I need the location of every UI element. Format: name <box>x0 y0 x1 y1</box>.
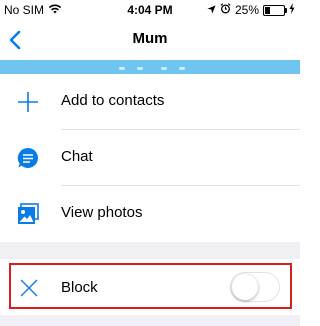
highlight-box <box>9 263 292 309</box>
add-to-contacts-label: Add to contacts <box>61 92 165 109</box>
battery-fill <box>265 6 270 14</box>
strip-dot <box>119 67 125 70</box>
charging-bolt-icon <box>289 3 295 17</box>
view-photos-row[interactable]: View photos <box>0 186 300 242</box>
status-bar: No SIM 4:04 PM 25% <box>0 0 300 20</box>
contact-header-strip <box>0 60 300 74</box>
battery-icon <box>263 4 287 16</box>
strip-dot <box>179 67 185 70</box>
strip-dot <box>161 67 167 70</box>
chat-bubble-icon <box>16 146 40 170</box>
add-to-contacts-row[interactable]: Add to contacts <box>0 74 300 130</box>
bottom-separator <box>0 315 300 326</box>
photo-icon <box>16 202 40 226</box>
status-right: 25% <box>207 3 295 17</box>
navigation-bar: Mum <box>0 20 300 60</box>
alarm-icon <box>220 3 231 17</box>
strip-dot <box>137 67 143 70</box>
chat-row[interactable]: Chat <box>0 130 300 186</box>
page-title: Mum <box>132 30 168 47</box>
battery-percent: 25% <box>234 3 259 17</box>
view-photos-label: View photos <box>61 204 143 221</box>
section-separator <box>0 242 300 259</box>
location-arrow-icon <box>207 3 216 17</box>
chat-label: Chat <box>61 148 93 165</box>
plus-icon <box>16 90 40 114</box>
